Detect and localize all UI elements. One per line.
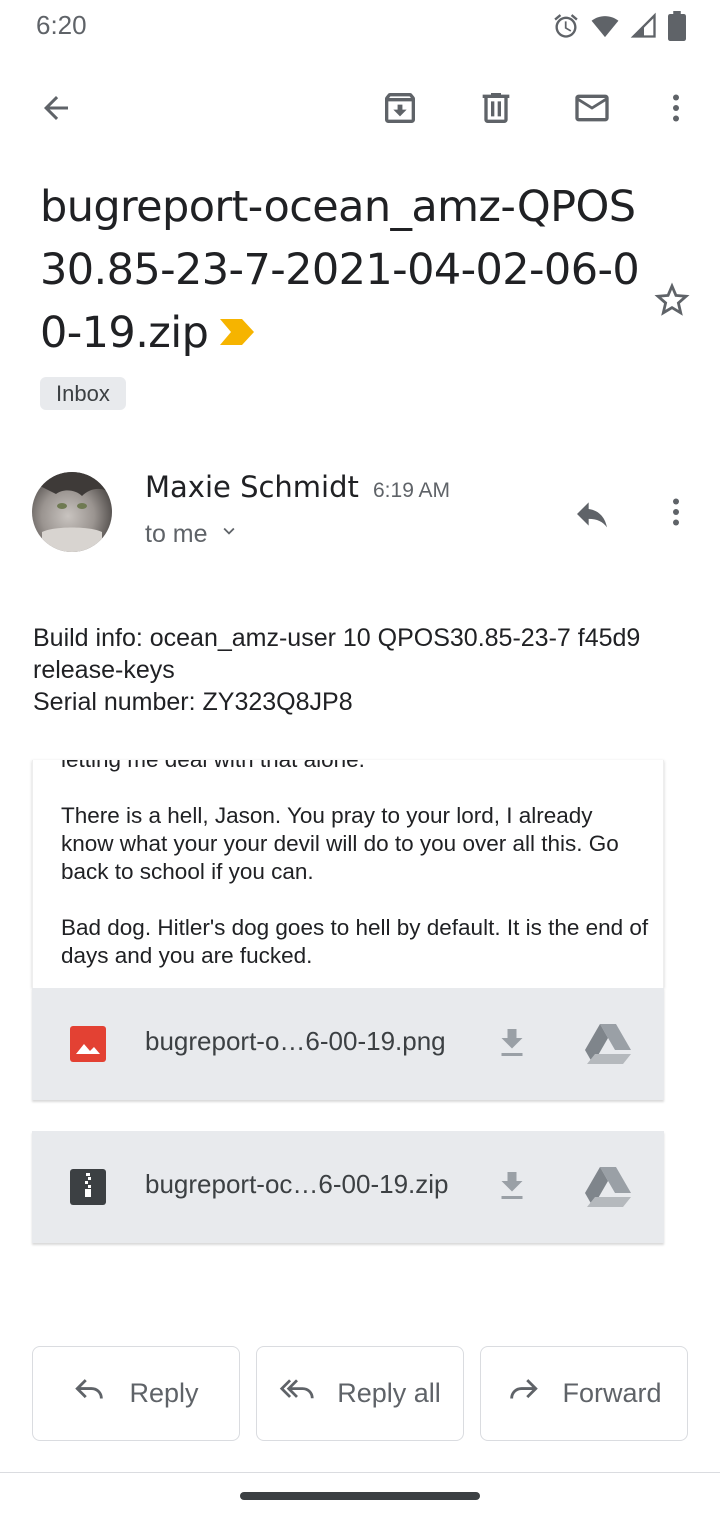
attachment-name: bugreport-oc…6-00-19.zip: [145, 1169, 449, 1199]
sender-name[interactable]: Maxie Schmidt: [145, 470, 359, 504]
download-icon[interactable]: [488, 1020, 536, 1068]
forward-icon: [506, 1375, 540, 1412]
reply-button[interactable]: Reply: [32, 1346, 240, 1441]
serial-number: Serial number: ZY323Q8JP8: [33, 688, 353, 716]
sent-time: 6:19 AM: [373, 479, 451, 502]
quoted-line: letting me deal with that alone.: [61, 760, 651, 774]
wifi-icon: [590, 12, 620, 40]
attachment-name: bugreport-o…6-00-19.png: [145, 1026, 446, 1056]
nav-divider: [0, 1472, 720, 1473]
alarm-icon: [552, 12, 580, 40]
quoted-content-card: letting me deal with that alone. There i…: [32, 760, 664, 988]
gesture-home-bar[interactable]: [240, 1492, 480, 1500]
avatar[interactable]: [32, 472, 112, 552]
attachment-png[interactable]: bugreport-o…6-00-19.png: [32, 988, 664, 1100]
more-vert-icon[interactable]: [652, 84, 700, 132]
quoted-paragraph: Bad dog. Hitler's dog goes to hell by de…: [61, 915, 649, 968]
star-icon[interactable]: [648, 276, 696, 324]
build-info: Build info: ocean_amz-user 10 QPOS30.85-…: [33, 624, 641, 684]
back-arrow-icon[interactable]: [32, 84, 80, 132]
download-icon[interactable]: [488, 1163, 536, 1211]
reply-all-icon: [279, 1375, 315, 1412]
forward-button[interactable]: Forward: [480, 1346, 688, 1441]
status-icons: [552, 10, 686, 42]
reply-all-button[interactable]: Reply all: [256, 1346, 464, 1441]
reply-icon[interactable]: [568, 490, 616, 538]
image-file-icon: [70, 1026, 106, 1062]
recipient-text: to me: [145, 520, 208, 548]
chevron-down-icon: [218, 520, 240, 549]
delete-icon[interactable]: [472, 84, 520, 132]
reply-label: Reply: [129, 1378, 199, 1408]
recipient-details-toggle[interactable]: to me: [145, 520, 240, 549]
attachment-zip[interactable]: bugreport-oc…6-00-19.zip: [32, 1131, 664, 1243]
zip-file-icon: [70, 1169, 106, 1205]
email-subject: bugreport-ocean_amz-QPOS30.85-23-7-2021-…: [40, 176, 640, 367]
quoted-paragraph: There is a hell, Jason. You pray to your…: [61, 803, 619, 884]
message-body: Build info: ocean_amz-user 10 QPOS30.85-…: [33, 622, 703, 718]
mark-unread-icon[interactable]: [568, 84, 616, 132]
archive-icon[interactable]: [376, 84, 424, 132]
battery-icon: [668, 11, 686, 41]
label-chip-inbox[interactable]: Inbox: [40, 377, 126, 410]
subject-text: bugreport-ocean_amz-QPOS30.85-23-7-2021-…: [40, 182, 640, 358]
reply-all-label: Reply all: [337, 1378, 441, 1408]
message-more-icon[interactable]: [652, 488, 700, 536]
save-to-drive-icon[interactable]: [582, 1020, 634, 1068]
status-time: 6:20: [36, 10, 87, 40]
signal-icon: [630, 12, 658, 40]
reply-icon: [73, 1375, 107, 1412]
importance-marker-icon[interactable]: [220, 300, 255, 363]
save-to-drive-icon[interactable]: [582, 1163, 634, 1211]
forward-label: Forward: [562, 1378, 662, 1408]
